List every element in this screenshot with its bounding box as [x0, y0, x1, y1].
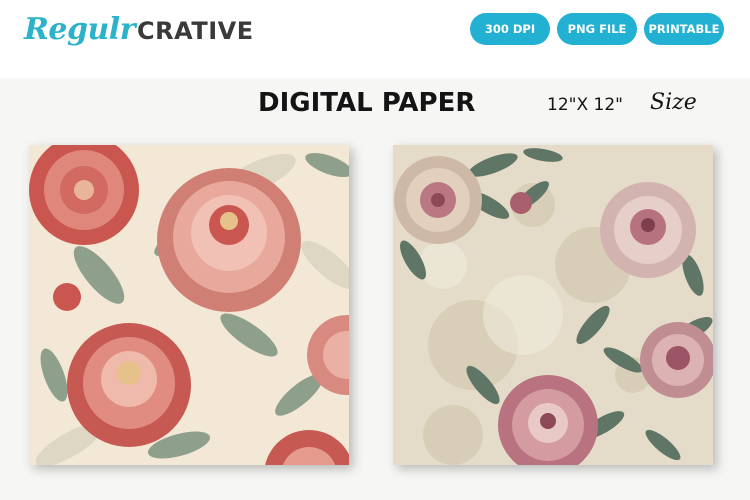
peony-flower — [157, 168, 301, 312]
logo-script-text: Regulr — [24, 12, 136, 47]
peony-flower — [600, 182, 696, 278]
peony-flower — [394, 156, 482, 244]
paper-dimensions: 12"X 12" — [547, 95, 623, 115]
header-bar: Regulr CRATIVE 300 DPI PNG FILE PRINTABL… — [0, 0, 750, 78]
digital-paper-preview-2 — [393, 145, 713, 465]
digital-paper-preview-1 — [29, 145, 349, 465]
brand-logo[interactable]: Regulr CRATIVE — [24, 12, 254, 56]
peony-flower — [67, 323, 191, 447]
peony-flower — [640, 322, 713, 398]
product-title: DIGITAL PAPER — [258, 88, 476, 118]
badge-png-file: PNG FILE — [557, 13, 637, 45]
peony-pattern-coral — [29, 145, 349, 465]
peony-pattern-vintage — [393, 145, 713, 465]
size-label: Size — [650, 90, 697, 115]
logo-block-text: CRATIVE — [137, 17, 254, 45]
badge-printable: PRINTABLE — [644, 13, 724, 45]
badge-300-dpi: 300 DPI — [470, 13, 550, 45]
